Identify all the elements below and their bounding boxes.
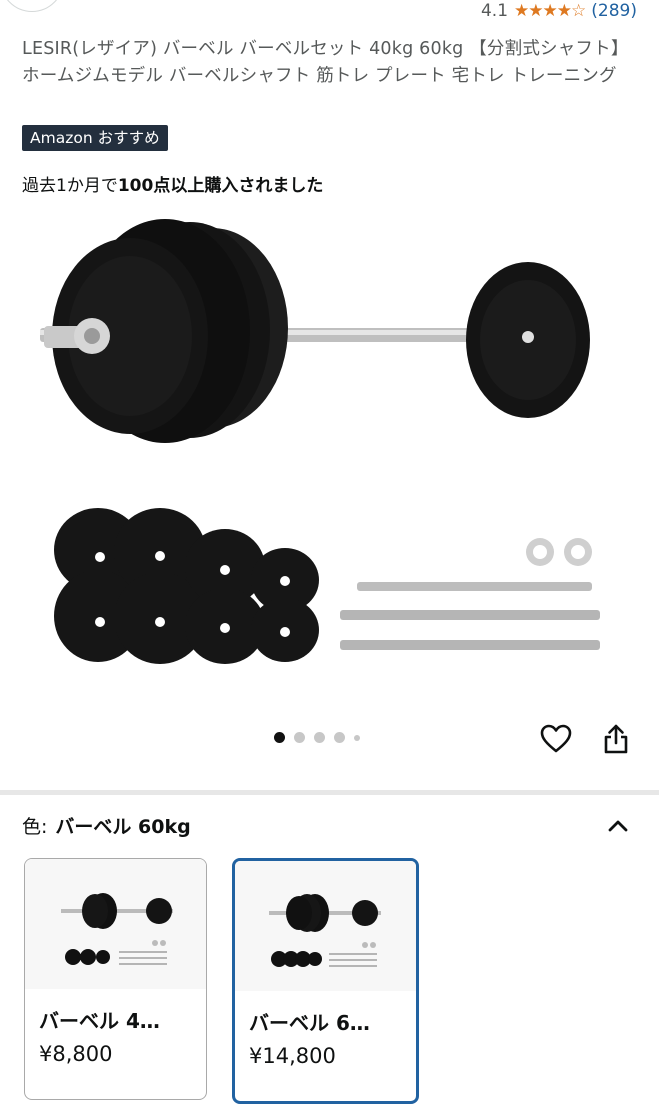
section-divider	[0, 790, 659, 795]
gallery-dot[interactable]	[294, 732, 305, 743]
variation-option-60kg[interactable]: バーベル 6… ¥14,800	[232, 858, 419, 1104]
variation-option-name: バーベル 6…	[249, 1011, 370, 1035]
amazon-choice-badge: Amazon おすすめ	[22, 125, 168, 151]
variation-option-name: バーベル 4…	[39, 1009, 160, 1033]
gallery-pagination[interactable]	[274, 732, 360, 743]
bought-count-text: 過去1か月で100点以上購入されました	[22, 171, 323, 196]
bought-prefix: 過去1か月で	[22, 176, 118, 196]
variation-label: 色:	[22, 816, 48, 838]
variation-selected-value: バーベル 60kg	[55, 816, 191, 838]
star-rating: ★ ★ ★ ★ ☆	[514, 1, 586, 21]
gallery-dot[interactable]	[354, 734, 360, 741]
star-icon: ★	[514, 1, 529, 21]
partial-circle-button	[0, 0, 64, 12]
rating-row[interactable]: 4.1 ★ ★ ★ ★ ☆ (289)	[481, 0, 637, 22]
variation-thumbnail	[235, 861, 416, 991]
variation-option-price: ¥8,800	[39, 1042, 113, 1066]
rating-count-link[interactable]: (289)	[591, 1, 637, 21]
variation-thumbnail	[25, 859, 206, 989]
rating-score: 4.1	[480, 1, 509, 21]
chevron-up-icon	[608, 820, 628, 832]
collapse-variations-button[interactable]	[600, 808, 636, 844]
variation-option-40kg[interactable]: バーベル 4… ¥8,800	[24, 858, 207, 1100]
heart-icon	[540, 724, 572, 753]
share-button[interactable]	[598, 721, 634, 757]
star-icon: ★	[542, 1, 558, 21]
bought-count: 100点以上購入されました	[117, 176, 324, 196]
gallery-dot[interactable]	[334, 732, 345, 743]
gallery-dot[interactable]	[314, 732, 325, 743]
product-image[interactable]	[0, 200, 659, 700]
wishlist-button[interactable]	[538, 721, 574, 757]
share-icon	[604, 724, 628, 754]
star-empty-icon: ☆	[571, 1, 586, 21]
variation-option-price: ¥14,800	[249, 1044, 336, 1068]
product-title: LESIR(レザイア) バーベル バーベルセット 40kg 60kg 【分割式シ…	[22, 39, 629, 86]
gallery-dot[interactable]	[274, 732, 285, 743]
star-icon: ★	[528, 1, 543, 21]
star-icon: ★	[556, 1, 572, 21]
variation-header: 色: バーベル 60kg	[22, 812, 191, 839]
barbell-set-illustration	[40, 219, 600, 664]
